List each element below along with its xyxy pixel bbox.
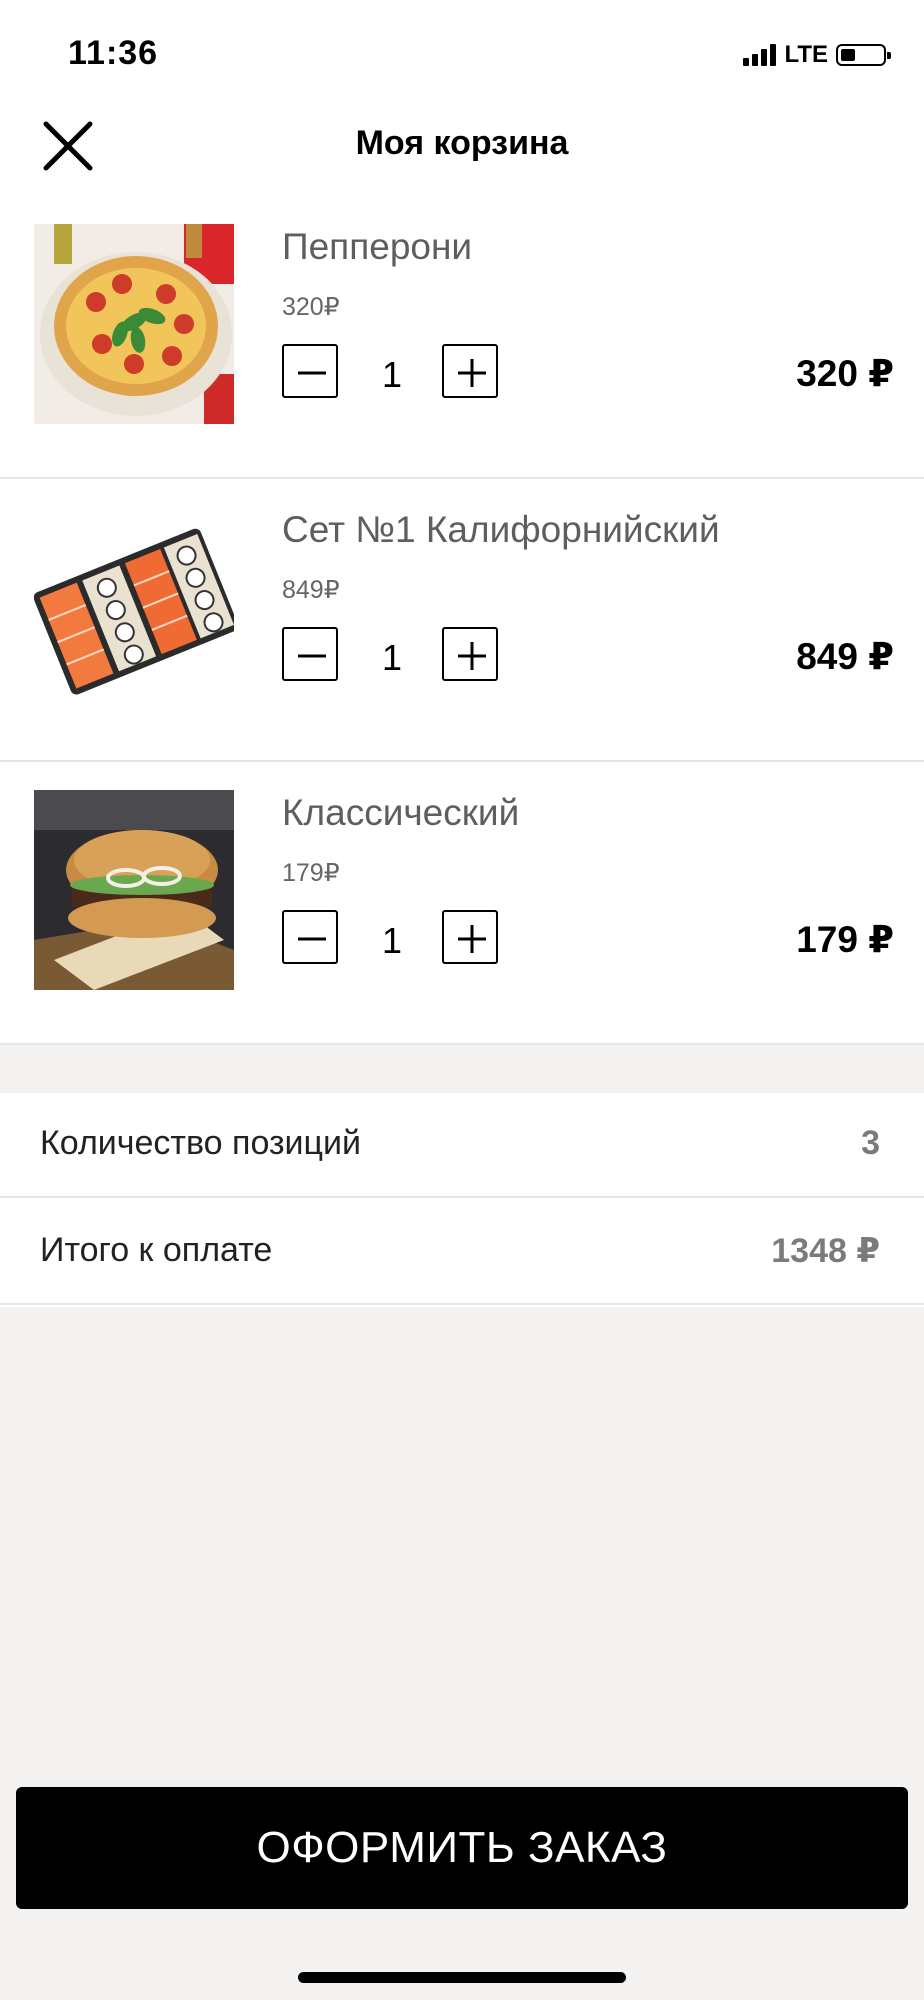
signal-icon — [743, 44, 777, 66]
items-count-value: 3 — [861, 1124, 880, 1162]
item-total: 179 ₽ — [796, 919, 894, 960]
status-indicators: LTE — [743, 38, 891, 72]
item-name[interactable]: Пепперони — [282, 226, 472, 268]
page-title: Моя корзина — [355, 124, 569, 162]
battery-icon — [836, 44, 891, 66]
minus-icon — [298, 371, 326, 375]
network-type: LTE — [784, 41, 828, 68]
cart-content: 11:36 LTE Моя корзина Пепперони 320₽ 1 3… — [0, 0, 924, 1045]
item-unit-price: 849₽ — [282, 576, 340, 604]
checkout-button[interactable]: ОФОРМИТЬ ЗАКАЗ — [16, 1787, 908, 1909]
decrease-quantity-button[interactable] — [282, 910, 338, 964]
plus-icon — [458, 642, 486, 670]
decrease-quantity-button[interactable] — [282, 344, 338, 398]
summary-total: Итого к оплате 1348 ₽ — [0, 1200, 924, 1305]
items-count-label: Количество позиций — [40, 1124, 362, 1162]
item-quantity: 1 — [381, 637, 403, 678]
plus-icon — [458, 359, 486, 387]
item-total: 320 ₽ — [796, 353, 894, 394]
increase-quantity-button[interactable] — [442, 627, 498, 681]
item-quantity: 1 — [381, 354, 403, 395]
cart-item: Сет №1 Калифорнийский 849₽ 1 849 ₽ — [0, 479, 924, 762]
minus-icon — [298, 654, 326, 658]
item-image-burger — [34, 790, 234, 990]
cart-item: Классический 179₽ 1 179 ₽ — [0, 762, 924, 1045]
total-label: Итого к оплате — [40, 1231, 273, 1269]
increase-quantity-button[interactable] — [442, 910, 498, 964]
item-quantity: 1 — [381, 920, 403, 961]
item-image-pepperoni — [34, 224, 234, 424]
status-time: 11:36 — [68, 34, 159, 72]
plus-icon — [458, 925, 486, 953]
total-value: 1348 ₽ — [771, 1232, 880, 1270]
cart-item: Пепперони 320₽ 1 320 ₽ — [0, 196, 924, 479]
item-name[interactable]: Сет №1 Калифорнийский — [282, 509, 720, 551]
summary-items-count: Количество позиций 3 — [0, 1093, 924, 1198]
item-name[interactable]: Классический — [282, 792, 519, 834]
increase-quantity-button[interactable] — [442, 344, 498, 398]
item-image-sushi-set — [34, 507, 234, 707]
item-unit-price: 320₽ — [282, 293, 340, 321]
item-total: 849 ₽ — [796, 636, 894, 677]
item-unit-price: 179₽ — [282, 859, 340, 887]
home-indicator[interactable] — [298, 1972, 626, 1983]
decrease-quantity-button[interactable] — [282, 627, 338, 681]
minus-icon — [298, 937, 326, 941]
order-summary: Количество позиций 3 Итого к оплате 1348… — [0, 1093, 924, 1307]
